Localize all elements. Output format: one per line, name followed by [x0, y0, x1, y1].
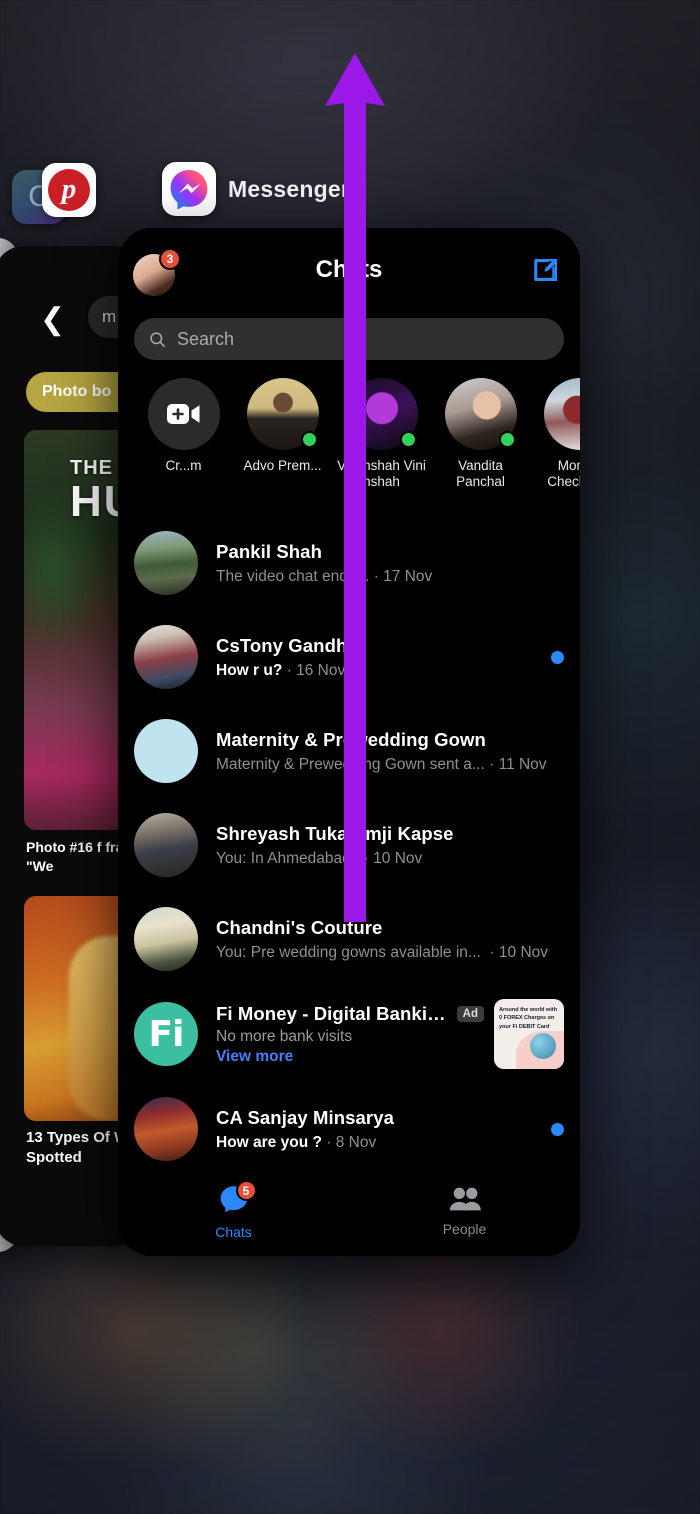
search-placeholder: Search — [177, 328, 235, 349]
active-contact-vandita-panchal[interactable]: Vandita Panchal — [431, 378, 530, 506]
ad-thumb-text: Around the world with 0 FOREX Charges on… — [499, 1007, 558, 1030]
unread-dot — [551, 1122, 564, 1136]
chat-snippet: You: In Ahmedabad? · 10 Nov — [216, 849, 423, 867]
page-title: Chats — [315, 256, 383, 283]
online-indicator — [300, 431, 318, 448]
search-input[interactable]: Search — [134, 318, 564, 360]
chat-list[interactable]: Pankil Shah The video chat ended. · 17 N… — [118, 516, 580, 1256]
messenger-app-label: Messenger — [228, 175, 350, 202]
people-icon — [449, 1187, 481, 1211]
online-indicator — [399, 431, 417, 448]
pinterest-app-chip[interactable]: p — [42, 163, 96, 217]
contact-avatar — [543, 378, 580, 450]
unread-dot — [551, 650, 564, 664]
tab-chats-label: Chats — [215, 1224, 252, 1240]
video-plus-icon[interactable] — [147, 378, 220, 450]
chat-time: 8 Nov — [335, 1133, 377, 1151]
chat-name: CA Sanjay Minsarya — [216, 1106, 394, 1128]
chat-time: 11 Nov — [498, 755, 547, 773]
chat-time: 10 Nov — [373, 849, 423, 867]
tab-people-label: People — [442, 1221, 487, 1237]
chat-snippet: The video chat ended. · 17 Nov — [216, 567, 433, 585]
chat-name: CsTony Gandhi — [216, 634, 353, 656]
snippet-text: How are you ? — [216, 1133, 322, 1151]
active-cell-label: Cr...m — [165, 458, 202, 473]
active-now-row[interactable]: Cr...m Advo Prem... Vini hshah Vini hsha… — [118, 378, 580, 506]
chat-name: Shreyash Tukaramji Kapse — [216, 822, 454, 844]
sponsored-ad-item[interactable]: Fi Fi Money - Digital Banking Ad No more… — [118, 986, 580, 1082]
messenger-bubble-glyph — [170, 170, 208, 209]
chat-snippet: How are you ? · 8 Nov — [216, 1133, 377, 1151]
chat-avatar — [134, 907, 198, 971]
chat-time: 16 Nov — [296, 661, 346, 679]
snippet-text: How r u? — [216, 661, 283, 679]
active-contact-advo-prem[interactable]: Advo Prem... — [233, 378, 332, 506]
chat-list-item[interactable]: Pankil Shah The video chat ended. · 17 N… — [118, 516, 580, 610]
chat-snippet: How r u? · 16 Nov — [216, 661, 346, 679]
ad-view-more-link[interactable]: View more — [216, 1048, 484, 1066]
chat-avatar — [134, 813, 198, 877]
back-chevron-icon[interactable]: ❮ — [40, 305, 65, 335]
overlay-small-text: THE — [70, 457, 113, 479]
snippet-text: You: Pre wedding gowns available in... — [216, 943, 481, 961]
chat-name: Maternity & Prewedding Gown — [216, 728, 486, 750]
ad-badge: Ad — [456, 1005, 484, 1022]
messenger-header: 3 Chats — [118, 228, 580, 310]
pinterest-icon[interactable]: p — [42, 163, 96, 217]
ad-subtitle: No more bank visits — [216, 1027, 353, 1045]
chat-list-item[interactable]: Maternity & Prewedding Gown Maternity & … — [118, 704, 580, 798]
chat-list-item[interactable]: Shreyash Tukaramji Kapse You: In Ahmedab… — [118, 798, 580, 892]
compose-edit-icon[interactable] — [530, 254, 562, 286]
tab-chats[interactable]: 5 Chats — [118, 1166, 349, 1256]
chat-avatar — [134, 1097, 198, 1161]
chat-name: Pankil Shah — [216, 540, 322, 562]
snippet-text: You: In Ahmedabad? — [216, 849, 360, 867]
chats-badge: 5 — [235, 1180, 257, 1201]
chat-avatar — [134, 719, 198, 783]
ad-title: Fi Money - Digital Banking — [216, 1002, 449, 1024]
ad-thumbnail[interactable]: Around the world with 0 FOREX Charges on… — [494, 999, 564, 1069]
snippet-text: The video chat ended. — [216, 567, 370, 585]
chat-list-item[interactable]: CsTony Gandhi How r u? · 16 Nov — [118, 610, 580, 704]
chat-time: 10 Nov — [498, 943, 549, 961]
active-cell-label: Vini hshah Vini hshah — [337, 458, 426, 490]
messenger-icon[interactable] — [162, 162, 216, 216]
snippet-text: Maternity & Prewedding Gown sent a... — [216, 755, 485, 773]
chat-snippet: You: Pre wedding gowns available in... ·… — [216, 943, 549, 961]
chat-avatar — [134, 531, 198, 595]
active-contact-vini-hshah[interactable]: Vini hshah Vini hshah — [332, 378, 431, 506]
create-room-cell[interactable]: Cr...m — [134, 378, 233, 506]
globe-icon — [530, 1033, 556, 1059]
tab-people[interactable]: People — [349, 1166, 580, 1256]
chat-snippet: Maternity & Prewedding Gown sent a... · … — [216, 755, 547, 773]
chat-time: 17 Nov — [383, 567, 433, 585]
chat-list-item[interactable]: CA Sanjay Minsarya How are you ? · 8 Nov — [118, 1082, 580, 1176]
active-cell-label: Vandita Panchal — [456, 458, 505, 490]
pinterest-glyph: p — [48, 169, 90, 211]
messenger-app-card[interactable]: 3 Chats Search Cr...m Advo Prem... Vini … — [118, 228, 580, 1256]
search-icon — [150, 331, 165, 347]
active-contact-monika-chechani[interactable]: Monika Chechani.. — [530, 378, 580, 506]
chat-list-item[interactable]: Chandni's Couture You: Pre wedding gowns… — [118, 892, 580, 986]
active-cell-label: Advo Prem... — [243, 458, 322, 473]
messenger-app-chip[interactable]: Messenger — [162, 162, 350, 216]
chat-name: Chandni's Couture — [216, 916, 383, 938]
bottom-navigation[interactable]: 5 Chats People — [118, 1166, 580, 1256]
chat-avatar — [134, 625, 198, 689]
active-cell-label: Monika Chechani.. — [547, 458, 580, 490]
fi-money-logo: Fi — [134, 1002, 198, 1066]
online-indicator — [498, 431, 516, 448]
